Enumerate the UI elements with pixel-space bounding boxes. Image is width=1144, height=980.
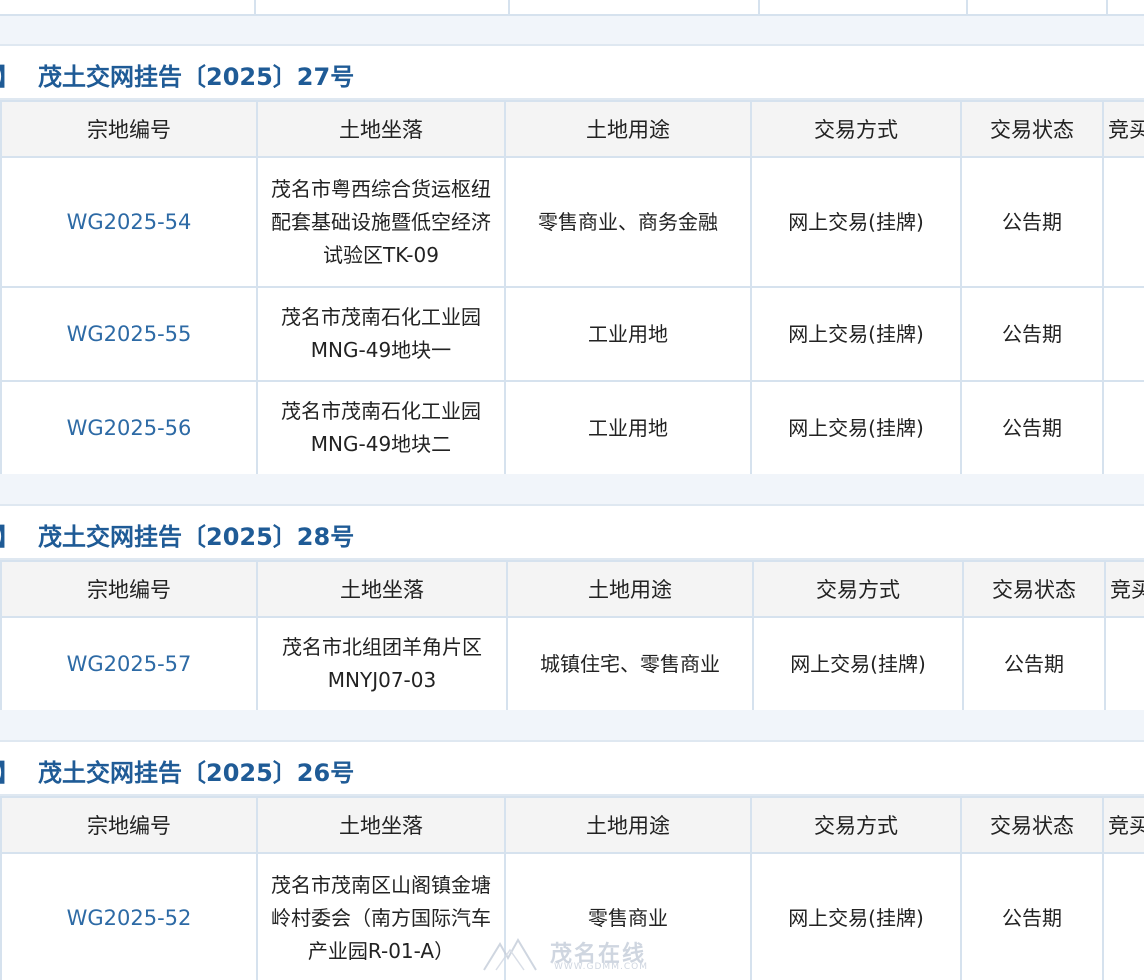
header-parcel-no: 宗地编号	[0, 560, 258, 618]
parcel-location: 茂名市茂南石化工业园MNG-49地块二	[256, 380, 506, 476]
site-watermark: 茂名在线 WWW.GDMM.COM	[478, 936, 678, 976]
table-row: WG2025-57 茂名市北组团羊角片区MNYJ07-03 城镇住宅、零售商业 …	[0, 616, 1144, 712]
header-trade-status: 交易状态	[960, 796, 1104, 854]
parcel-land-use: 城镇住宅、零售商业	[506, 616, 754, 712]
parcel-trade-method: 网上交易(挂牌)	[750, 286, 962, 382]
title-bracket: 】	[0, 57, 20, 92]
table-row: WG2025-55 茂名市茂南石化工业园MNG-49地块一 工业用地 网上交易(…	[0, 286, 1144, 382]
header-bid: 竞买	[1102, 100, 1144, 158]
parcel-trade-method: 网上交易(挂牌)	[750, 380, 962, 476]
land-table: 宗地编号 土地坐落 土地用途 交易方式 交易状态 竞买 WG2025-57 茂名…	[0, 560, 1144, 712]
announcement-title-bar[interactable]: 】 茂土交网挂告〔2025〕28号	[0, 504, 1144, 560]
header-location: 土地坐落	[256, 560, 508, 618]
parcel-location: 茂名市茂南石化工业园MNG-49地块一	[256, 286, 506, 382]
parcel-location: 茂名市粤西综合货运枢纽配套基础设施暨低空经济试验区TK-09	[256, 156, 506, 288]
parcel-trade-status: 公告期	[960, 380, 1104, 476]
header-bid: 竞买	[1104, 560, 1144, 618]
announcement-title-link[interactable]: 茂土交网挂告〔2025〕26号	[38, 753, 354, 788]
previous-table-bottom	[0, 0, 1144, 16]
parcel-land-use: 零售商业、商务金融	[504, 156, 752, 288]
header-trade-method: 交易方式	[750, 796, 962, 854]
announcement-title-bar[interactable]: 】 茂土交网挂告〔2025〕27号	[0, 44, 1144, 100]
title-bracket: 】	[0, 753, 20, 788]
header-land-use: 土地用途	[504, 796, 752, 854]
parcel-code-link[interactable]: WG2025-52	[0, 852, 258, 980]
header-parcel-no: 宗地编号	[0, 100, 258, 158]
parcel-land-use: 工业用地	[504, 286, 752, 382]
header-trade-status: 交易状态	[962, 560, 1106, 618]
table-header-row: 宗地编号 土地坐落 土地用途 交易方式 交易状态 竞买	[0, 100, 1144, 158]
header-location: 土地坐落	[256, 100, 506, 158]
section-gap	[0, 710, 1144, 740]
header-trade-method: 交易方式	[750, 100, 962, 158]
parcel-code-link[interactable]: WG2025-55	[0, 286, 258, 382]
parcel-trade-method: 网上交易(挂牌)	[750, 852, 962, 980]
section-gap	[0, 16, 1144, 44]
parcel-code-link[interactable]: WG2025-57	[0, 616, 258, 712]
table-row: WG2025-54 茂名市粤西综合货运枢纽配套基础设施暨低空经济试验区TK-09…	[0, 156, 1144, 288]
parcel-trade-status: 公告期	[960, 852, 1104, 980]
announcement-title-link[interactable]: 茂土交网挂告〔2025〕27号	[38, 57, 354, 92]
watermark-logo-icon	[483, 938, 537, 971]
watermark-site-url: WWW.GDMM.COM	[554, 962, 648, 972]
table-header-row: 宗地编号 土地坐落 土地用途 交易方式 交易状态 竞买	[0, 560, 1144, 618]
parcel-trade-method: 网上交易(挂牌)	[750, 156, 962, 288]
parcel-bid-cell: 2	[1104, 616, 1144, 712]
header-parcel-no: 宗地编号	[0, 796, 258, 854]
parcel-code-link[interactable]: WG2025-54	[0, 156, 258, 288]
parcel-trade-status: 公告期	[962, 616, 1106, 712]
parcel-bid-cell: 2	[1102, 286, 1144, 382]
parcel-bid-cell: 2	[1102, 380, 1144, 476]
parcel-trade-status: 公告期	[960, 286, 1104, 382]
table-row: WG2025-56 茂名市茂南石化工业园MNG-49地块二 工业用地 网上交易(…	[0, 380, 1144, 476]
parcel-location: 茂名市北组团羊角片区MNYJ07-03	[256, 616, 508, 712]
parcel-trade-method: 网上交易(挂牌)	[752, 616, 964, 712]
section-gap	[0, 474, 1144, 504]
parcel-land-use: 工业用地	[504, 380, 752, 476]
parcel-bid-cell: 2	[1102, 156, 1144, 288]
parcel-location: 茂名市茂南区山阁镇金塘岭村委会（南方国际汽车产业园R-01-A）	[256, 852, 506, 980]
parcel-bid-cell: 2	[1102, 852, 1144, 980]
announcement-title-link[interactable]: 茂土交网挂告〔2025〕28号	[38, 517, 354, 552]
header-location: 土地坐落	[256, 796, 506, 854]
header-bid: 竞买	[1102, 796, 1144, 854]
announcement-list-page: 】 茂土交网挂告〔2025〕27号 宗地编号 土地坐落 土地用途 交易方式 交易…	[0, 0, 1144, 980]
land-table: 宗地编号 土地坐落 土地用途 交易方式 交易状态 竞买 WG2025-54 茂名…	[0, 100, 1144, 476]
table-header-row: 宗地编号 土地坐落 土地用途 交易方式 交易状态 竞买	[0, 796, 1144, 854]
announcement-title-bar[interactable]: 】 茂土交网挂告〔2025〕26号	[0, 740, 1144, 796]
header-trade-status: 交易状态	[960, 100, 1104, 158]
header-trade-method: 交易方式	[752, 560, 964, 618]
parcel-trade-status: 公告期	[960, 156, 1104, 288]
header-land-use: 土地用途	[504, 100, 752, 158]
title-bracket: 】	[0, 517, 20, 552]
header-land-use: 土地用途	[506, 560, 754, 618]
parcel-code-link[interactable]: WG2025-56	[0, 380, 258, 476]
